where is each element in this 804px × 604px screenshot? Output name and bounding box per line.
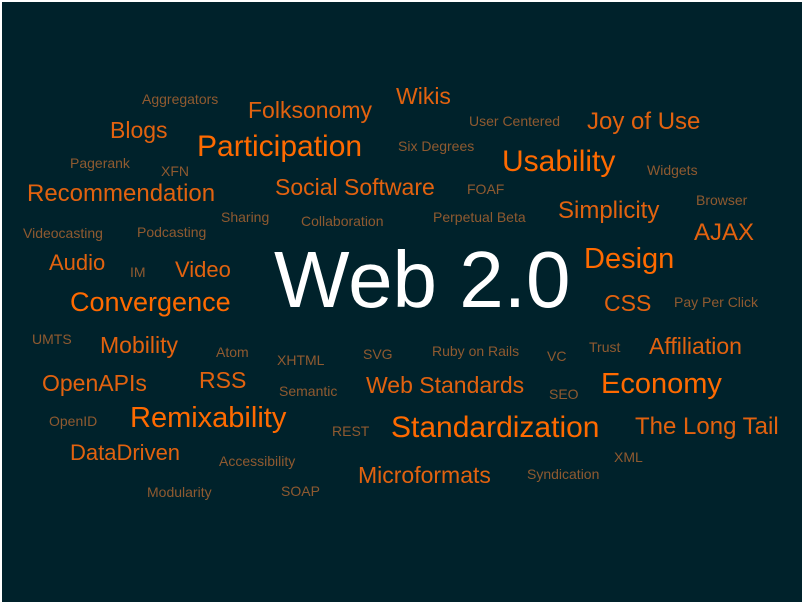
- cloud-term-remixability: Remixability: [130, 402, 287, 434]
- cloud-term-recommendation: Recommendation: [27, 180, 216, 207]
- cloud-term-pay-per-click: Pay Per Click: [674, 294, 759, 310]
- cloud-term-affiliation: Affiliation: [649, 333, 742, 359]
- cloud-term-podcasting: Podcasting: [137, 224, 207, 240]
- cloud-term-audio: Audio: [49, 250, 106, 275]
- cloud-term-user-centered: User Centered: [469, 113, 561, 129]
- cloud-term-the-long-tail: The Long Tail: [635, 413, 779, 440]
- cloud-term-widgets: Widgets: [647, 162, 698, 178]
- cloud-term-openid: OpenID: [49, 413, 98, 429]
- cloud-term-svg: SVG: [363, 346, 393, 362]
- cloud-term-folksonomy: Folksonomy: [248, 97, 372, 123]
- cloud-term-videocasting: Videocasting: [23, 225, 103, 241]
- cloud-term-xfn: XFN: [161, 163, 189, 179]
- cloud-term-ajax: AJAX: [694, 219, 755, 246]
- cloud-term-joy-of-use: Joy of Use: [587, 108, 701, 135]
- cloud-term-blogs: Blogs: [110, 117, 168, 143]
- cloud-term-perpetual-beta: Perpetual Beta: [433, 209, 526, 225]
- cloud-term-rest: REST: [332, 423, 370, 439]
- cloud-term-wikis: Wikis: [396, 83, 451, 109]
- cloud-term-vc: VC: [547, 348, 567, 364]
- cloud-term-social-software: Social Software: [275, 174, 435, 200]
- cloud-term-usability: Usability: [502, 145, 616, 178]
- center-term: Web 2.0: [274, 235, 571, 324]
- cloud-term-modularity: Modularity: [147, 484, 212, 500]
- cloud-term-economy: Economy: [601, 368, 722, 400]
- cloud-term-rss: RSS: [199, 367, 247, 393]
- cloud-term-web-standards: Web Standards: [366, 372, 525, 398]
- cloud-term-video: Video: [175, 257, 231, 282]
- cloud-term-mobility: Mobility: [100, 332, 178, 358]
- cloud-term-pagerank: Pagerank: [70, 155, 130, 171]
- cloud-term-soap: SOAP: [281, 483, 320, 499]
- cloud-term-xml: XML: [614, 449, 643, 465]
- cloud-term-browser: Browser: [696, 192, 748, 208]
- cloud-term-design: Design: [584, 243, 675, 275]
- cloud-term-simplicity: Simplicity: [558, 197, 660, 224]
- cloud-term-css: CSS: [604, 290, 652, 316]
- cloud-term-umts: UMTS: [32, 331, 72, 347]
- cloud-term-xhtml: XHTML: [277, 352, 325, 368]
- cloud-term-collaboration: Collaboration: [301, 213, 384, 229]
- cloud-term-six-degrees: Six Degrees: [398, 138, 475, 154]
- cloud-term-im: IM: [130, 264, 146, 280]
- cloud-term-ruby-on-rails: Ruby on Rails: [432, 343, 520, 359]
- cloud-term-standardization: Standardization: [391, 411, 600, 444]
- cloud-term-aggregators: Aggregators: [142, 91, 219, 107]
- cloud-term-semantic: Semantic: [279, 383, 338, 399]
- cloud-term-sharing: Sharing: [221, 209, 270, 225]
- word-cloud: Web 2.0 Aggregators Folksonomy Wikis User C…: [2, 2, 802, 602]
- cloud-term-syndication: Syndication: [527, 466, 600, 482]
- cloud-term-microformats: Microformats: [358, 462, 491, 488]
- cloud-term-convergence: Convergence: [70, 287, 231, 317]
- cloud-term-seo: SEO: [549, 386, 579, 402]
- cloud-term-trust: Trust: [589, 339, 621, 355]
- cloud-term-accessibility: Accessibility: [219, 453, 296, 469]
- cloud-term-foaf: FOAF: [467, 181, 505, 197]
- cloud-term-participation: Participation: [197, 130, 363, 163]
- cloud-term-openapis: OpenAPIs: [42, 370, 147, 396]
- cloud-term-atom: Atom: [216, 344, 249, 360]
- cloud-term-datadriven: DataDriven: [70, 440, 181, 465]
